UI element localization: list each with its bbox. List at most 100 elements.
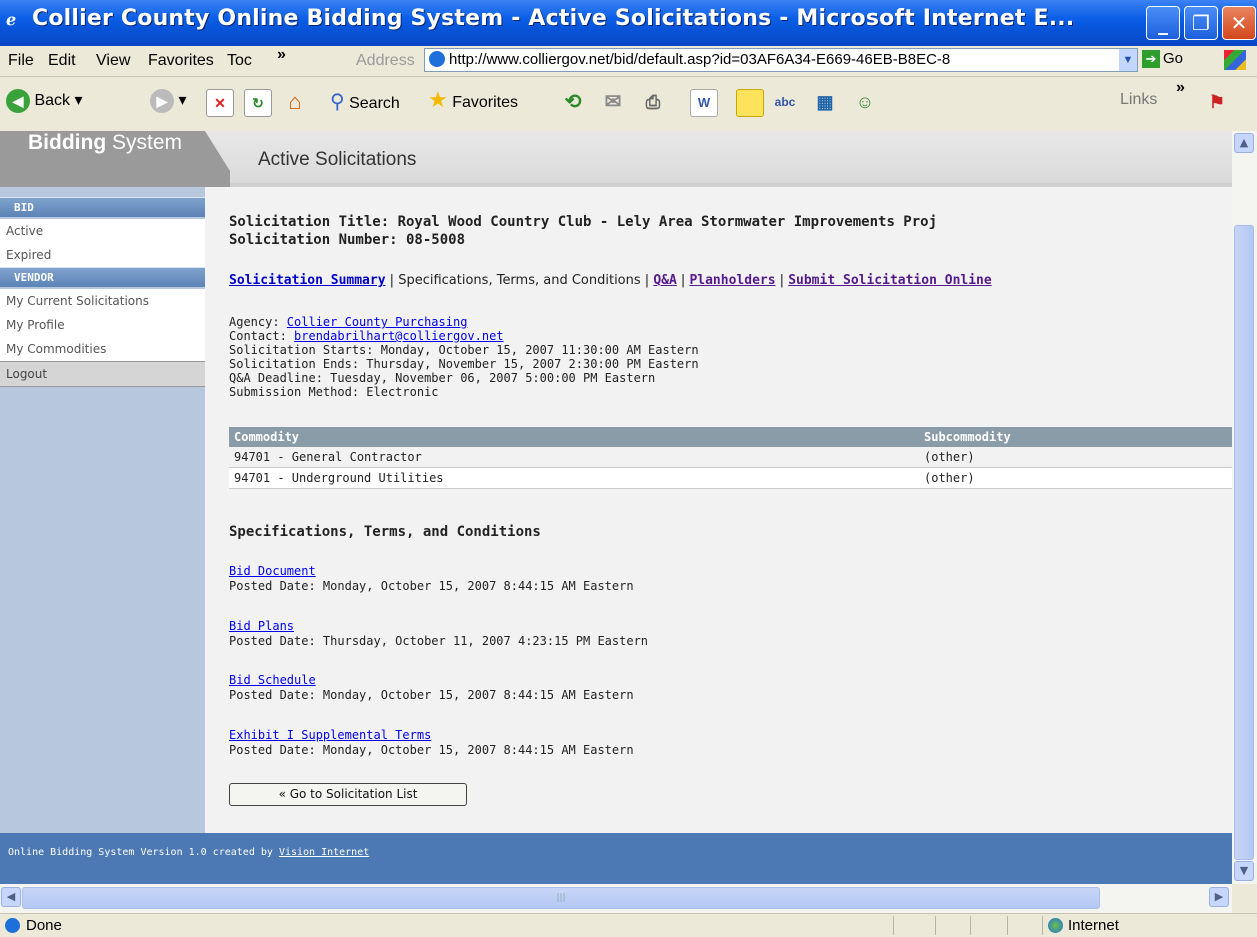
document-link-bid-schedule[interactable]: Bid Schedule [229, 673, 316, 687]
page-viewport: Bidding System Active Solicitations BID … [0, 131, 1232, 884]
window-title: Collier County Online Bidding System - A… [32, 6, 1075, 31]
sidebar-item-active[interactable]: Active [0, 219, 205, 243]
status-text: Done [26, 917, 62, 934]
column-header-subcommodity: Subcommodity [919, 427, 1232, 447]
horizontal-scroll-thumb[interactable]: ||| [22, 887, 1100, 909]
go-arrow-icon: ➔ [1142, 50, 1160, 68]
scroll-down-icon[interactable]: ▼ [1234, 861, 1254, 881]
status-divider [935, 916, 936, 935]
mail-icon[interactable]: ✉ [600, 89, 626, 115]
menu-favorites[interactable]: Favorites [148, 52, 214, 70]
window-title-bar[interactable]: ℯ Collier County Online Bidding System -… [0, 0, 1257, 46]
submission-method: Submission Method: Electronic [229, 385, 439, 399]
contact-email-link[interactable]: brendabrilhart@colliergov.net [294, 329, 504, 343]
main-content: Solicitation Title: Royal Wood Country C… [205, 187, 1232, 833]
table-row: 94701 - General Contractor (other) [229, 447, 1232, 468]
sidebar-item-logout[interactable]: Logout [0, 361, 205, 387]
research-icon[interactable]: ▦ [812, 89, 838, 115]
vertical-scroll-thumb[interactable] [1234, 225, 1254, 860]
security-zone-label: Internet [1068, 917, 1119, 934]
footer-text: Online Bidding System Version 1.0 create… [8, 847, 370, 858]
ie-window-icon[interactable]: ℯ [6, 10, 26, 30]
forward-button[interactable]: ▶ ▾ [150, 89, 186, 113]
go-button[interactable]: ➔ Go [1142, 50, 1183, 68]
print-icon[interactable]: ⎙ [640, 89, 666, 115]
solicitation-details: Agency: Collier County Purchasing Contac… [229, 315, 699, 399]
posted-date: Posted Date: Monday, October 15, 2007 8:… [229, 579, 634, 593]
agency-row: Agency: Collier County Purchasing [229, 315, 468, 329]
document-link-bid-document[interactable]: Bid Document [229, 564, 316, 578]
vision-internet-link[interactable]: Vision Internet [279, 847, 369, 858]
status-bar: Done Internet [0, 913, 1257, 937]
solicitation-number: Solicitation Number: 08-5008 [229, 232, 466, 248]
tab-specifications-current: Specifications, Terms, and Conditions [398, 273, 641, 288]
sidebar-heading-vendor: VENDOR [0, 267, 205, 287]
address-dropdown-icon[interactable]: ▼ [1119, 49, 1137, 71]
word-edit-icon[interactable]: W [690, 89, 718, 117]
table-row: 94701 - Underground Utilities (other) [229, 467, 1232, 489]
sidebar: BID Active Expired VENDOR My Current Sol… [0, 187, 205, 833]
pdf-icon[interactable]: ⚑ [1204, 89, 1230, 115]
go-to-solicitation-list-button[interactable]: « Go to Solicitation List [229, 783, 467, 806]
messenger-icon[interactable]: ☺ [852, 89, 878, 115]
scroll-up-icon[interactable]: ▲ [1234, 133, 1254, 153]
specifications-heading: Specifications, Terms, and Conditions [229, 524, 541, 540]
tab-planholders[interactable]: Planholders [689, 273, 775, 288]
table-header-row: Commodity Subcommodity [229, 427, 1232, 447]
scroll-right-icon[interactable]: ▶ [1209, 887, 1229, 907]
document-link-bid-plans[interactable]: Bid Plans [229, 619, 294, 633]
sidebar-item-my-profile[interactable]: My Profile [0, 313, 205, 337]
tab-submit-solicitation-online[interactable]: Submit Solicitation Online [788, 273, 992, 288]
history-icon[interactable]: ⟲ [560, 89, 586, 115]
address-label: Address [356, 52, 415, 69]
qa-deadline: Q&A Deadline: Tuesday, November 06, 2007… [229, 371, 656, 385]
agency-link[interactable]: Collier County Purchasing [287, 315, 468, 329]
back-button[interactable]: ◀ Back ▾ [6, 89, 83, 113]
document-link-exhibit-i-supplemental-terms[interactable]: Exhibit I Supplemental Terms [229, 728, 431, 742]
status-divider [970, 916, 971, 935]
commodity-cell: 94701 - General Contractor [229, 447, 919, 468]
refresh-icon[interactable]: ↻ [244, 89, 272, 117]
search-button[interactable]: ⚲ Search [330, 89, 400, 114]
document-item: Bid Plans Posted Date: Thursday, October… [229, 619, 648, 649]
star-icon: ★ [428, 87, 448, 112]
menu-tools[interactable]: Toc [227, 52, 252, 70]
posted-date: Posted Date: Thursday, October 11, 2007 … [229, 634, 649, 648]
spellcheck-icon[interactable]: abc [772, 89, 798, 115]
posted-date: Posted Date: Monday, October 15, 2007 8:… [229, 743, 634, 757]
site-logo[interactable]: Bidding System [28, 131, 182, 155]
tab-solicitation-summary[interactable]: Solicitation Summary [229, 273, 386, 288]
sidebar-item-my-current-solicitations[interactable]: My Current Solicitations [0, 289, 205, 313]
menu-view[interactable]: View [96, 52, 130, 70]
menu-edit[interactable]: Edit [48, 52, 76, 70]
windows-logo-icon [1224, 50, 1246, 70]
menu-file[interactable]: File [8, 52, 34, 70]
favorites-button[interactable]: ★ Favorites [428, 87, 518, 113]
status-divider [893, 916, 894, 935]
document-item: Exhibit I Supplemental Terms Posted Date… [229, 728, 634, 758]
toolbar: ◀ Back ▾ ▶ ▾ ✕ ↻ ⌂ ⚲ Search ★ Favorites … [0, 77, 1257, 132]
links-button[interactable]: Links [1120, 91, 1157, 109]
scroll-left-icon[interactable]: ◀ [1, 887, 21, 907]
column-header-commodity: Commodity [229, 427, 919, 447]
toolbar-overflow-chevron[interactable]: » [1176, 79, 1185, 97]
solicitation-ends: Solicitation Ends: Thursday, November 15… [229, 357, 699, 371]
solicitation-starts: Solicitation Starts: Monday, October 15,… [229, 343, 699, 357]
solicitation-title: Solicitation Title: Royal Wood Country C… [229, 214, 938, 230]
menu-overflow-chevron[interactable]: » [277, 46, 286, 64]
address-field[interactable]: http://www.colliergov.net/bid/default.as… [424, 48, 1138, 72]
status-divider [1042, 916, 1043, 935]
stop-icon[interactable]: ✕ [206, 89, 234, 117]
site-footer: Online Bidding System Version 1.0 create… [0, 833, 1232, 884]
sidebar-item-my-commodities[interactable]: My Commodities [0, 337, 205, 361]
home-icon[interactable]: ⌂ [282, 89, 308, 115]
forward-arrow-icon: ▶ [150, 89, 174, 113]
maximize-button[interactable]: ❐ [1184, 6, 1218, 40]
tab-qa[interactable]: Q&A [653, 273, 676, 288]
menu-bar: File Edit View Favorites Toc » Address h… [0, 46, 1257, 77]
sidebar-item-expired[interactable]: Expired [0, 243, 205, 267]
notes-icon[interactable] [736, 89, 764, 117]
close-button[interactable]: ✕ [1222, 6, 1256, 40]
minimize-button[interactable]: _ [1146, 6, 1180, 40]
page-done-icon [5, 918, 20, 933]
